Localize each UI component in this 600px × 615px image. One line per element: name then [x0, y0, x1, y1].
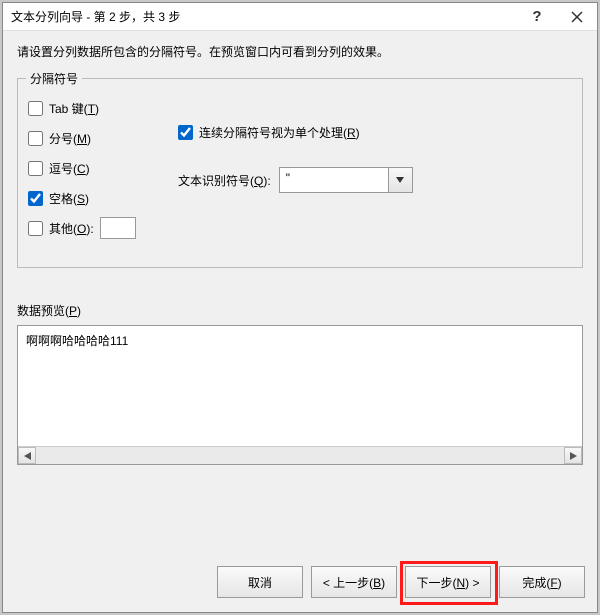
- triangle-left-icon: [24, 452, 31, 460]
- delimiter-comma-checkbox[interactable]: [28, 161, 43, 176]
- chevron-down-icon: [396, 177, 404, 183]
- delimiter-semicolon-checkbox[interactable]: [28, 131, 43, 146]
- text-qualifier-row: 文本识别符号(Q): ": [178, 167, 572, 193]
- delimiter-space[interactable]: 空格(S): [28, 183, 158, 213]
- text-qualifier-select[interactable]: ": [279, 167, 413, 193]
- text-qualifier-label: 文本识别符号(Q):: [178, 172, 271, 189]
- delimiter-other-label: 其他(O):: [49, 220, 94, 237]
- window-title: 文本分列向导 - 第 2 步，共 3 步: [11, 8, 517, 25]
- treat-consecutive[interactable]: 连续分隔符号视为单个处理(R): [178, 117, 572, 147]
- instruction-text: 请设置分列数据所包含的分隔符号。在预览窗口内可看到分列的效果。: [17, 43, 583, 60]
- scroll-right-button[interactable]: [564, 447, 582, 464]
- delimiter-semicolon-label: 分号(M): [49, 130, 91, 147]
- help-button[interactable]: ?: [517, 3, 557, 31]
- close-icon: [571, 11, 583, 23]
- delimiters-legend: 分隔符号: [26, 70, 82, 87]
- delimiter-other[interactable]: 其他(O):: [28, 213, 158, 243]
- preview-content: 啊啊啊哈哈哈哈111: [18, 326, 582, 355]
- preview-box: 啊啊啊哈哈哈哈111: [17, 325, 583, 465]
- delimiter-comma-label: 逗号(C): [49, 160, 90, 177]
- finish-button[interactable]: 完成(F): [499, 566, 585, 598]
- delimiter-tab-label: Tab 键(T): [49, 100, 99, 117]
- preview-scrollbar[interactable]: [18, 446, 582, 464]
- treat-consecutive-checkbox[interactable]: [178, 125, 193, 140]
- next-button[interactable]: 下一步(N) >: [405, 566, 491, 598]
- delimiter-other-checkbox[interactable]: [28, 221, 43, 236]
- preview-label: 数据预览(P): [17, 302, 583, 319]
- scroll-track[interactable]: [36, 447, 564, 464]
- delimiter-tab[interactable]: Tab 键(T): [28, 93, 158, 123]
- text-qualifier-value[interactable]: ": [279, 167, 389, 193]
- triangle-right-icon: [570, 452, 577, 460]
- titlebar: 文本分列向导 - 第 2 步，共 3 步 ?: [3, 3, 597, 31]
- text-qualifier-dropdown-button[interactable]: [389, 167, 413, 193]
- delimiter-space-checkbox[interactable]: [28, 191, 43, 206]
- delimiter-comma[interactable]: 逗号(C): [28, 153, 158, 183]
- cancel-button[interactable]: 取消: [217, 566, 303, 598]
- scroll-left-button[interactable]: [18, 447, 36, 464]
- close-button[interactable]: [557, 3, 597, 31]
- delimiter-space-label: 空格(S): [49, 190, 89, 207]
- button-row: 取消 < 上一步(B) 下一步(N) > 完成(F): [217, 566, 585, 598]
- delimiters-group: 分隔符号 Tab 键(T) 分号(M) 逗号(C): [17, 78, 583, 268]
- back-button[interactable]: < 上一步(B): [311, 566, 397, 598]
- delimiter-tab-checkbox[interactable]: [28, 101, 43, 116]
- treat-consecutive-label: 连续分隔符号视为单个处理(R): [199, 124, 360, 141]
- delimiter-semicolon[interactable]: 分号(M): [28, 123, 158, 153]
- wizard-dialog: 文本分列向导 - 第 2 步，共 3 步 ? 请设置分列数据所包含的分隔符号。在…: [2, 2, 598, 613]
- delimiter-other-input[interactable]: [100, 217, 136, 239]
- dialog-body: 请设置分列数据所包含的分隔符号。在预览窗口内可看到分列的效果。 分隔符号 Tab…: [3, 31, 597, 465]
